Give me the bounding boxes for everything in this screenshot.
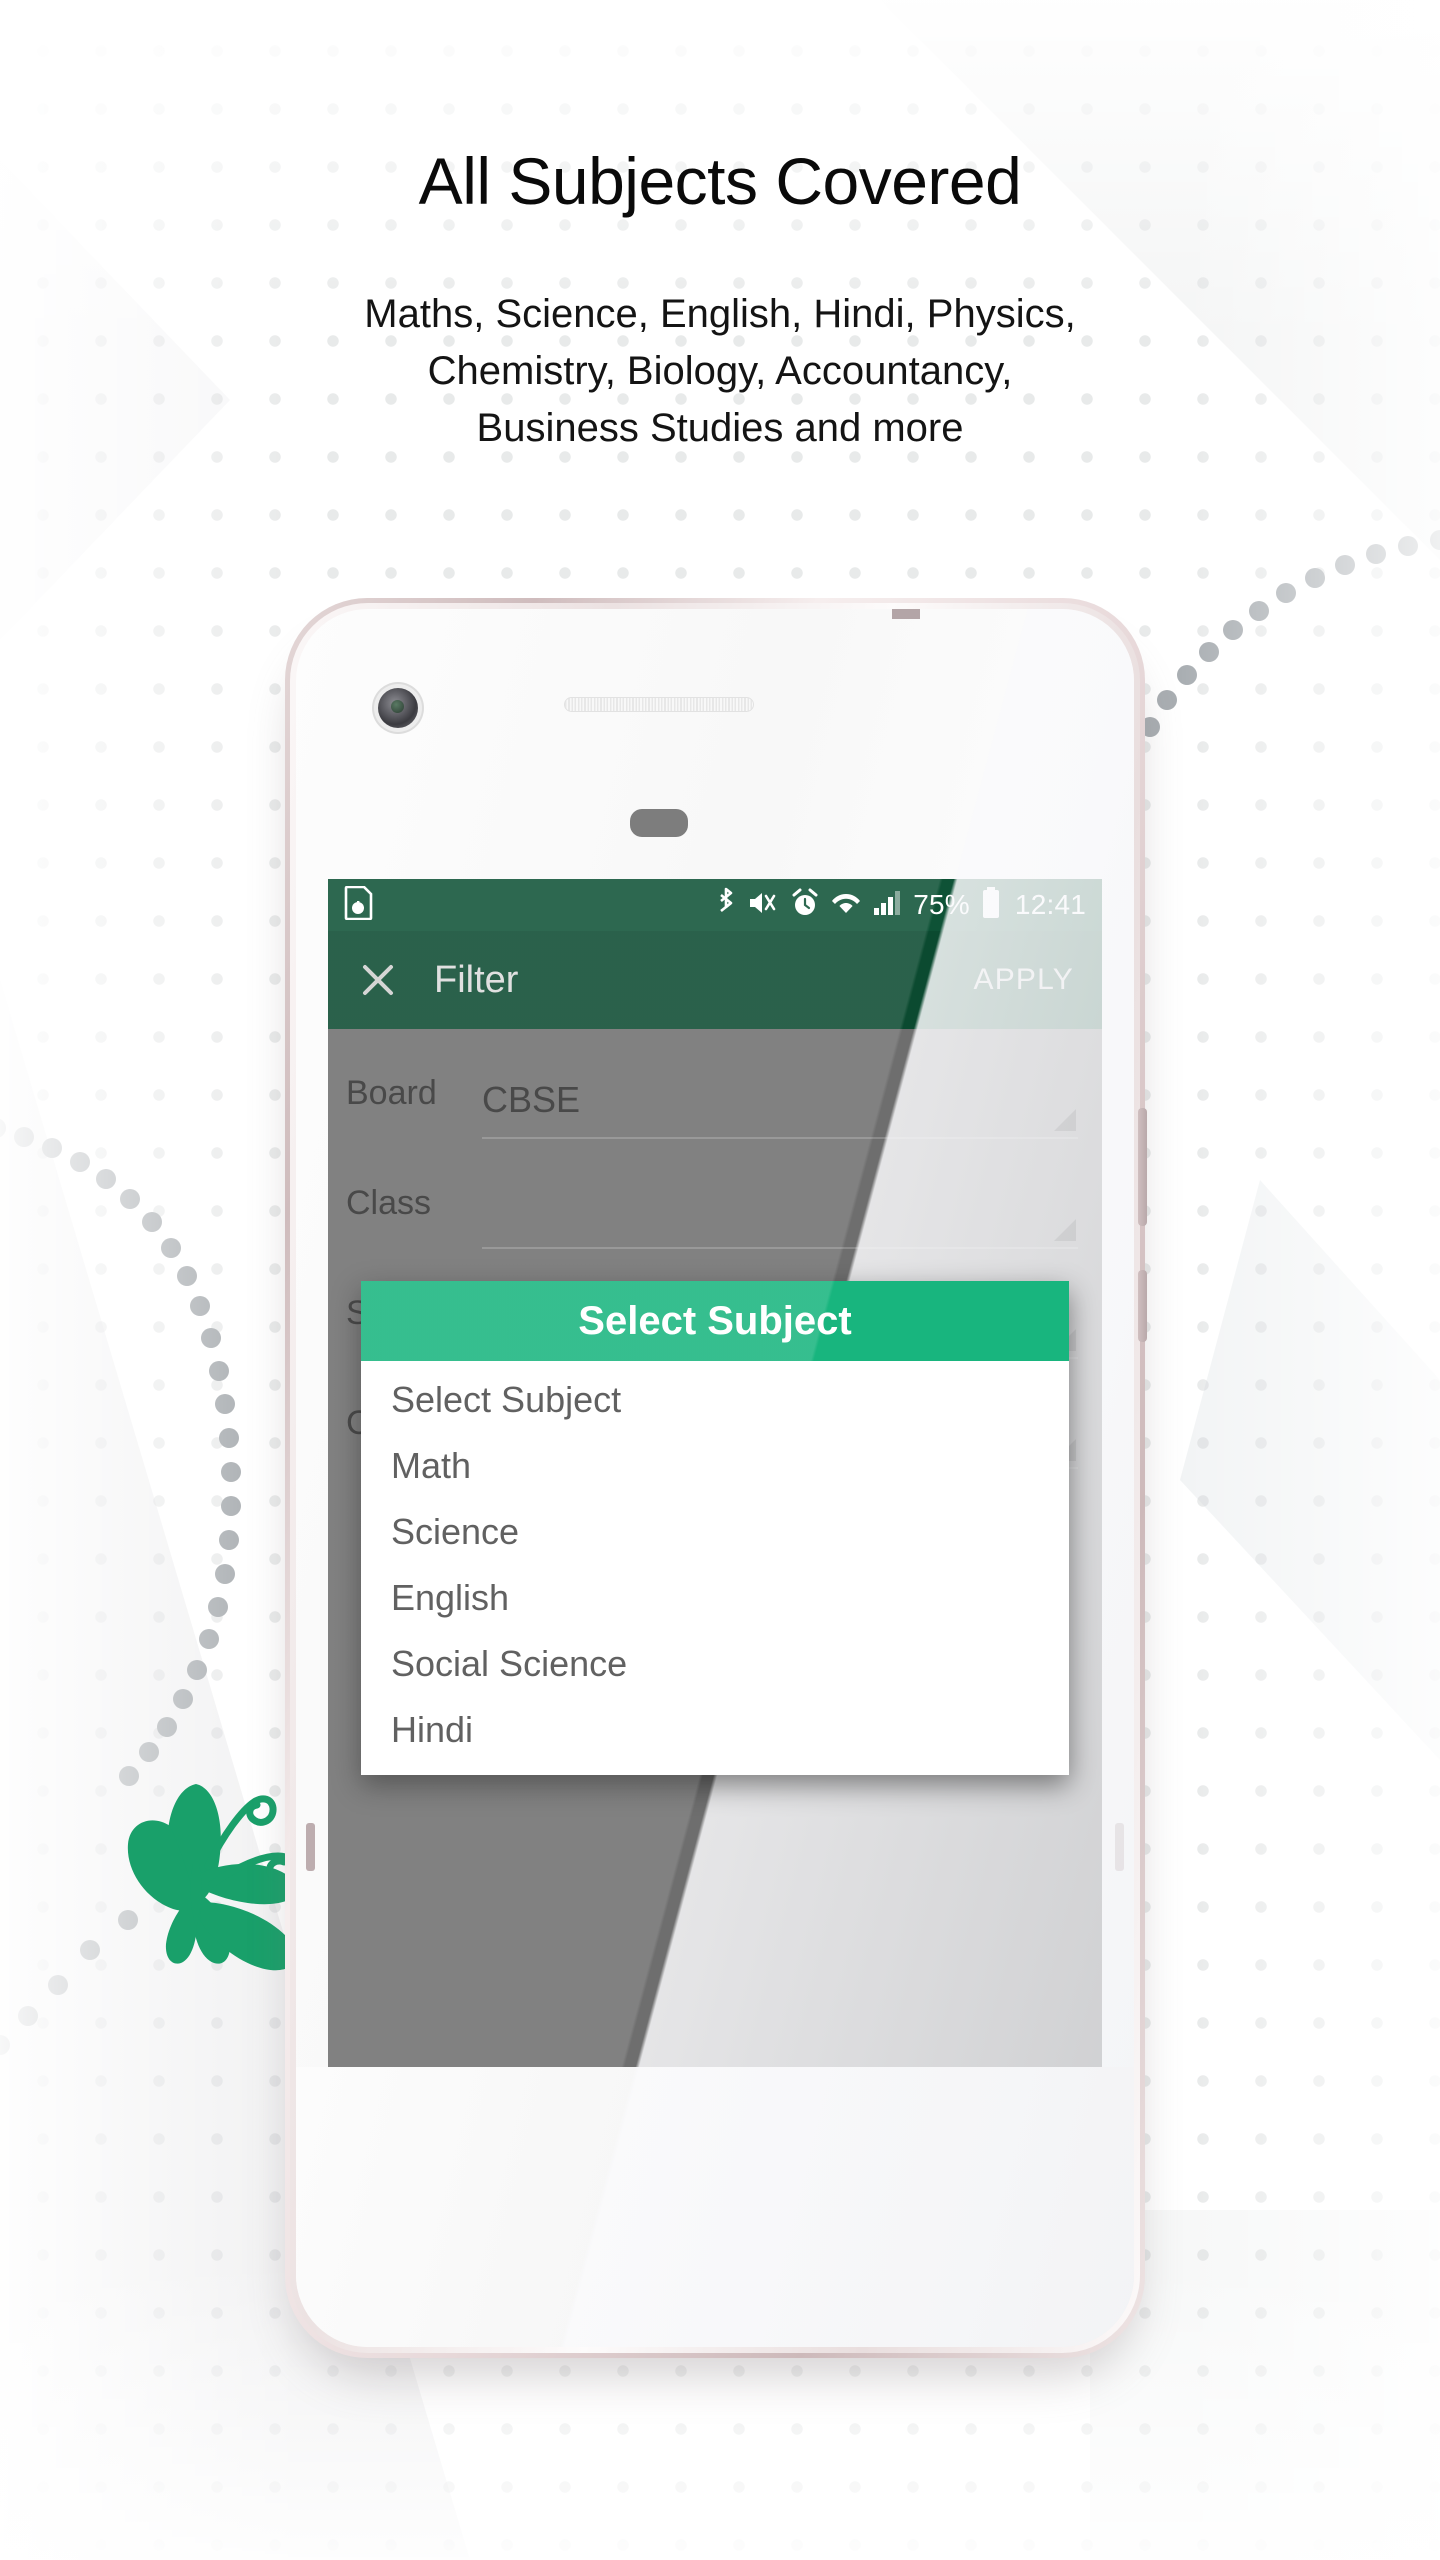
phone-mockup: 75% 12:41 Filter APPLY Board CBSE Class …	[285, 598, 1147, 2358]
list-item[interactable]: Social Science	[361, 1631, 1069, 1697]
butterfly-logo	[96, 1744, 316, 1974]
promo-subtitle: Maths, Science, English, Hindi, Physics,…	[0, 286, 1440, 456]
phone-screen: 75% 12:41 Filter APPLY Board CBSE Class …	[328, 879, 1102, 2067]
select-subject-dialog: Select Subject Select Subject Math Scien…	[361, 1281, 1069, 1775]
phone-bottom-bezel	[296, 2067, 1134, 2347]
promo-subtitle-line-3: Business Studies and more	[476, 405, 964, 450]
antenna-seam-bottom-left	[306, 1823, 315, 1871]
promo-headline: All Subjects Covered	[418, 144, 1022, 218]
volume-button[interactable]	[1138, 1270, 1147, 1342]
earpiece-speaker	[564, 697, 754, 712]
list-item[interactable]: Math	[361, 1433, 1069, 1499]
list-item[interactable]: Select Subject	[361, 1367, 1069, 1433]
antenna-seam-top	[892, 609, 920, 619]
front-camera-icon	[378, 688, 418, 728]
antenna-seam-bottom-right	[1115, 1823, 1124, 1871]
dialog-option-list: Select Subject Math Science English Soci…	[361, 1361, 1069, 1763]
promo-subtitle-line-1: Maths, Science, English, Hindi, Physics,	[364, 292, 1076, 336]
dialog-title: Select Subject	[578, 1298, 852, 1343]
dialog-header: Select Subject	[361, 1281, 1069, 1361]
promo-subtitle-line-2: Chemistry, Biology, Accountancy,	[427, 348, 1013, 393]
power-button[interactable]	[1138, 1108, 1147, 1226]
notification-sensor	[630, 809, 688, 837]
list-item[interactable]: English	[361, 1565, 1069, 1631]
list-item[interactable]: Science	[361, 1499, 1069, 1565]
phone-body: 75% 12:41 Filter APPLY Board CBSE Class …	[296, 609, 1134, 2347]
list-item[interactable]: Hindi	[361, 1697, 1069, 1763]
